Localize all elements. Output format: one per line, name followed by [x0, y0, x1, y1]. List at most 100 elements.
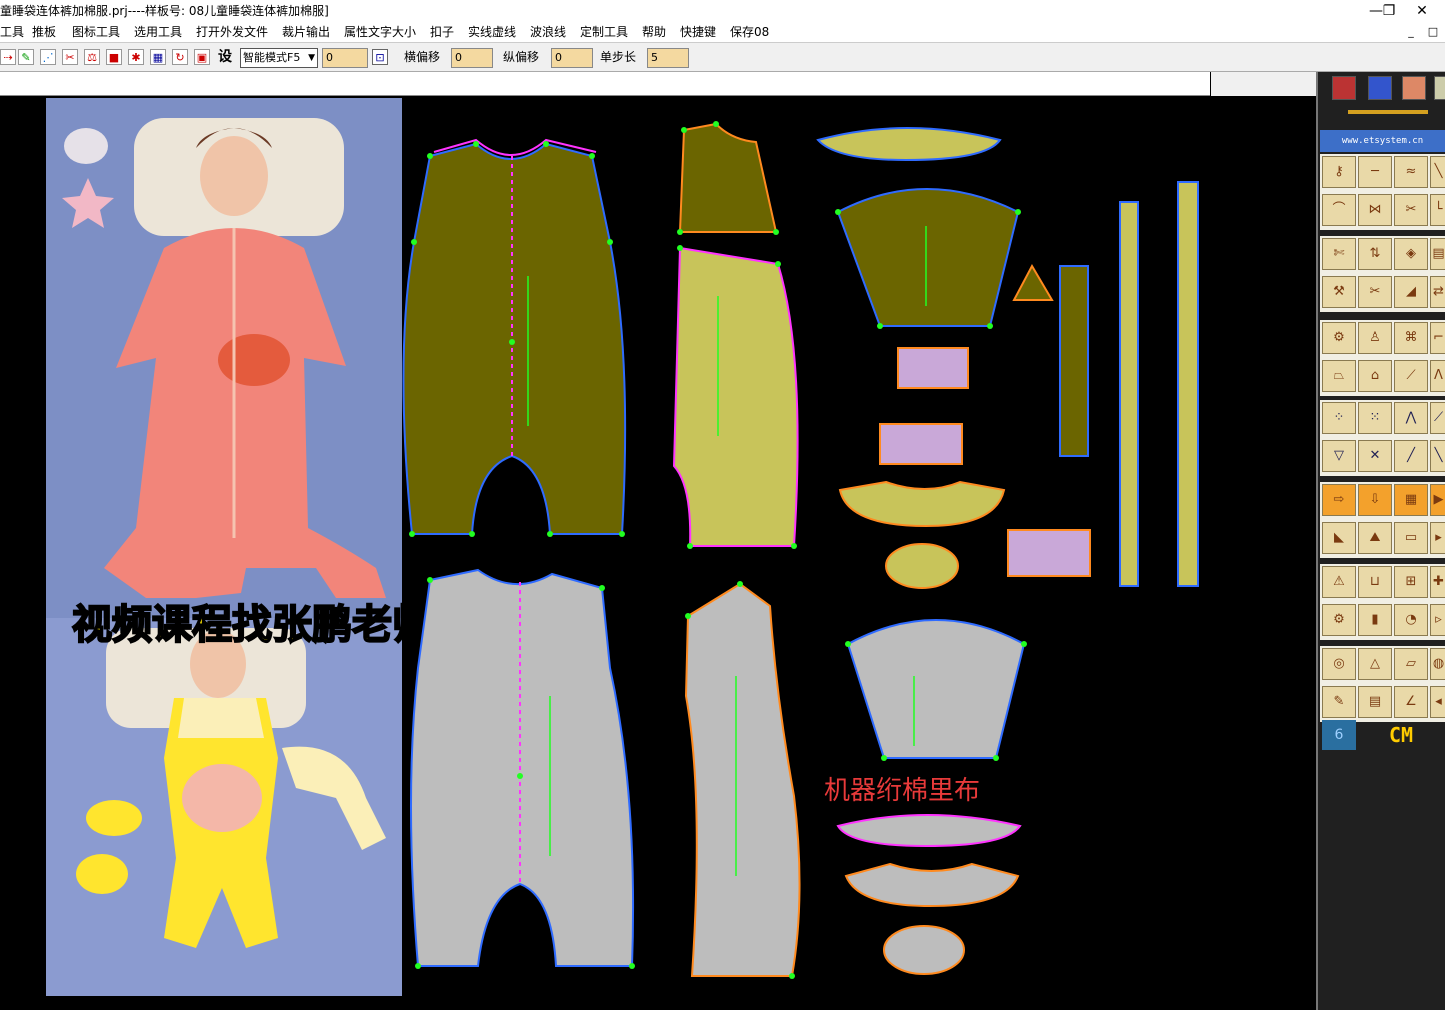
lining-foot-piece[interactable]	[883, 925, 965, 975]
yoke-piece[interactable]	[678, 122, 778, 233]
menu-cut-output[interactable]: 裁片输出	[282, 22, 330, 42]
scissors-tool-icon[interactable]: ✂	[1394, 194, 1428, 226]
lining-neck-band-piece[interactable]	[844, 862, 1020, 908]
menu-tools[interactable]: 工具	[0, 22, 24, 42]
collar-top-piece[interactable]	[816, 127, 1002, 162]
size-number-display[interactable]: 6	[1322, 720, 1356, 750]
sleeve-piece[interactable]	[836, 188, 1020, 327]
column-tool-icon[interactable]: ▮	[1358, 604, 1392, 636]
pen-tool-icon[interactable]: ✎	[18, 49, 34, 65]
triangle-tool-icon[interactable]: △	[1358, 648, 1392, 680]
menu-buttons[interactable]: 扣子	[430, 22, 454, 42]
menu-wavy-line[interactable]: 波浪线	[530, 22, 566, 42]
shirt-tool-icon[interactable]: ◈	[1394, 238, 1428, 270]
pants-tool-icon[interactable]: Λ	[1430, 360, 1445, 392]
measure-tool-icon[interactable]: ⚖	[84, 49, 100, 65]
edge-tool-icon[interactable]: ╲	[1430, 156, 1445, 188]
body-form-icon[interactable]: ♙	[1358, 322, 1392, 354]
arrow-tool-icon[interactable]: ⇢	[0, 49, 16, 65]
angle-tool-icon[interactable]: ∠	[1394, 686, 1428, 718]
export-tool-icon[interactable]: ⇨	[1322, 484, 1356, 516]
sewing-machine-icon[interactable]: ⚙	[1322, 322, 1356, 354]
color-swatch-icon[interactable]: ■	[106, 49, 122, 65]
bend-tool-icon[interactable]: ⟋	[1430, 402, 1445, 434]
corner-tool-icon[interactable]: └	[1430, 194, 1445, 226]
pattern-icon-blue[interactable]	[1368, 76, 1392, 100]
long-binding-1[interactable]	[1119, 201, 1139, 587]
mode-value-input[interactable]: 0	[322, 48, 368, 68]
pocket-piece-2[interactable]	[879, 423, 963, 465]
swap-tool-icon[interactable]: ⇄	[1430, 276, 1445, 308]
grade-tool-icon[interactable]: ⁙	[1358, 402, 1392, 434]
button-tool-icon[interactable]: ◎	[1322, 648, 1356, 680]
rotate-tool-icon[interactable]: ↻	[172, 49, 188, 65]
fold-tool-icon[interactable]: ⋈	[1358, 194, 1392, 226]
send-tool-icon[interactable]: ▶	[1430, 484, 1445, 516]
cross-tool-icon[interactable]: ✕	[1358, 440, 1392, 472]
frame-tool-icon[interactable]: ▣	[194, 49, 210, 65]
dashed-line-icon[interactable]: ⋰	[40, 49, 56, 65]
foot-sole-piece[interactable]	[885, 543, 959, 589]
pencil-tool-icon[interactable]: ✎	[1322, 686, 1356, 718]
menu-shortcuts[interactable]: 快捷键	[680, 22, 716, 42]
pleat-tool-icon[interactable]: ▽	[1322, 440, 1356, 472]
dots-tool-icon[interactable]: ⁘	[1322, 402, 1356, 434]
close-button[interactable]: ✕	[1399, 0, 1445, 22]
dart-tool-icon[interactable]: ⋀	[1394, 402, 1428, 434]
menu-custom-tools[interactable]: 定制工具	[580, 22, 628, 42]
piece-tool-icon[interactable]: ▭	[1394, 522, 1428, 554]
cut-tool-icon[interactable]: ✄	[1322, 238, 1356, 270]
shape-tool-icon[interactable]: ◣	[1322, 522, 1356, 554]
pattern-icon-red[interactable]	[1332, 76, 1356, 100]
menu-select-tools[interactable]: 选用工具	[134, 22, 182, 42]
end-tool-icon[interactable]: ◂	[1430, 686, 1445, 718]
menu-icon-tools[interactable]: 图标工具	[72, 22, 120, 42]
menu-grade[interactable]: 推板	[32, 22, 56, 42]
zipper-strip-piece[interactable]	[1059, 265, 1089, 457]
skirt-tool-icon[interactable]: ⏢	[1322, 360, 1356, 392]
download-tool-icon[interactable]: ⇩	[1358, 484, 1392, 516]
mdi-minimize-button[interactable]: _	[1403, 22, 1419, 42]
sleeve-tool-icon[interactable]: ⟋	[1394, 360, 1428, 392]
menu-attr-text-size[interactable]: 属性文字大小	[344, 22, 416, 42]
grid-tool-icon[interactable]: ▦	[150, 49, 166, 65]
mountain-tool-icon[interactable]: ⛰	[1358, 522, 1392, 554]
h-offset-input[interactable]: 0	[451, 48, 493, 68]
menu-save[interactable]: 保存08	[730, 22, 769, 42]
diag-tool-icon[interactable]: ╲	[1430, 440, 1445, 472]
bucket-tool-icon[interactable]: ◔	[1394, 604, 1428, 636]
cup-tool-icon[interactable]: ⊔	[1358, 566, 1392, 598]
bodice-tool-icon[interactable]: ⌂	[1358, 360, 1392, 392]
lining-front-piece[interactable]	[410, 568, 635, 967]
spiral-tool-icon[interactable]: ⌘	[1394, 322, 1428, 354]
chevron-down-icon[interactable]: ▼	[308, 49, 315, 67]
plus-tool-icon[interactable]: ✚	[1430, 566, 1445, 598]
tab-triangle-piece[interactable]	[1012, 263, 1054, 301]
move-tool-icon[interactable]: ⇅	[1358, 238, 1392, 270]
line-tool-icon[interactable]: ─	[1358, 156, 1392, 188]
point-tool-icon[interactable]: ✱	[128, 49, 144, 65]
step-input[interactable]: 5	[647, 48, 689, 68]
trim-tool-icon[interactable]: ✂	[1358, 276, 1392, 308]
more-tool-icon[interactable]: ▸	[1430, 522, 1445, 554]
et-tool-icon[interactable]: ▦	[1394, 484, 1428, 516]
apply-icon[interactable]: ⊡	[372, 49, 388, 65]
slash-tool-icon[interactable]: ╱	[1394, 440, 1428, 472]
hammer-tool-icon[interactable]: ⚒	[1322, 276, 1356, 308]
front-body-piece[interactable]	[402, 142, 627, 535]
mode-select[interactable]: 智能模式F5 ▼	[240, 48, 318, 68]
mdi-restore-button[interactable]: □	[1425, 22, 1441, 42]
copy-tool-icon[interactable]: ▤	[1430, 238, 1445, 270]
menu-help[interactable]: 帮助	[642, 22, 666, 42]
lining-sleeve-piece[interactable]	[846, 619, 1026, 759]
settings-label[interactable]: 设	[218, 49, 232, 65]
unit-display[interactable]: CM	[1362, 720, 1440, 750]
v-offset-input[interactable]: 0	[551, 48, 593, 68]
label-piece[interactable]	[1007, 529, 1091, 577]
lining-back-piece[interactable]	[684, 582, 801, 977]
key-tool-icon[interactable]: ⚷	[1322, 156, 1356, 188]
curve-tool-icon[interactable]: ✂	[62, 49, 78, 65]
alert-tool-icon[interactable]: ⚠	[1322, 566, 1356, 598]
ruler-tool-icon[interactable]: ▱	[1394, 648, 1428, 680]
lining-collar-piece[interactable]	[836, 814, 1022, 848]
